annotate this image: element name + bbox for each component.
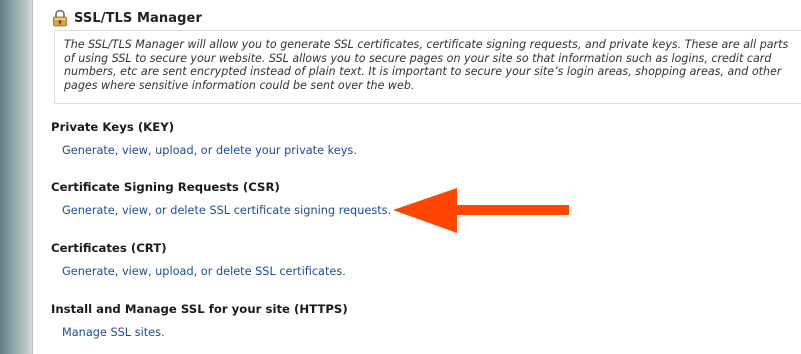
section-install-ssl: Install and Manage SSL for your site (HT… (51, 301, 348, 341)
section-heading-csr: Certificate Signing Requests (CSR) (51, 180, 280, 194)
section-csr: Certificate Signing Requests (CSR) Gener… (51, 179, 391, 219)
section-heading-certificates: Certificates (CRT) (51, 241, 167, 255)
private-keys-link[interactable]: Generate, view, upload, or delete your p… (62, 143, 357, 159)
certificates-link[interactable]: Generate, view, upload, or delete SSL ce… (62, 264, 346, 280)
ssl-tls-manager-panel: SSL/TLS Manager The SSL/TLS Manager will… (32, 0, 801, 354)
intro-description: The SSL/TLS Manager will allow you to ge… (64, 38, 789, 92)
section-certificates: Certificates (CRT) Generate, view, uploa… (51, 240, 346, 280)
section-heading-install-ssl: Install and Manage SSL for your site (HT… (51, 302, 348, 316)
manage-ssl-sites-link[interactable]: Manage SSL sites. (62, 325, 165, 341)
section-heading-private-keys: Private Keys (KEY) (51, 120, 175, 134)
page-title: SSL/TLS Manager (74, 10, 202, 26)
section-private-keys: Private Keys (KEY) Generate, view, uploa… (51, 119, 357, 159)
csr-link[interactable]: Generate, view, or delete SSL certificat… (62, 203, 391, 219)
intro-description-box: The SSL/TLS Manager will allow you to ge… (54, 30, 801, 104)
page-header: SSL/TLS Manager (51, 8, 202, 28)
red-arrow-icon (393, 188, 569, 233)
ssl-lock-icon (51, 9, 69, 27)
